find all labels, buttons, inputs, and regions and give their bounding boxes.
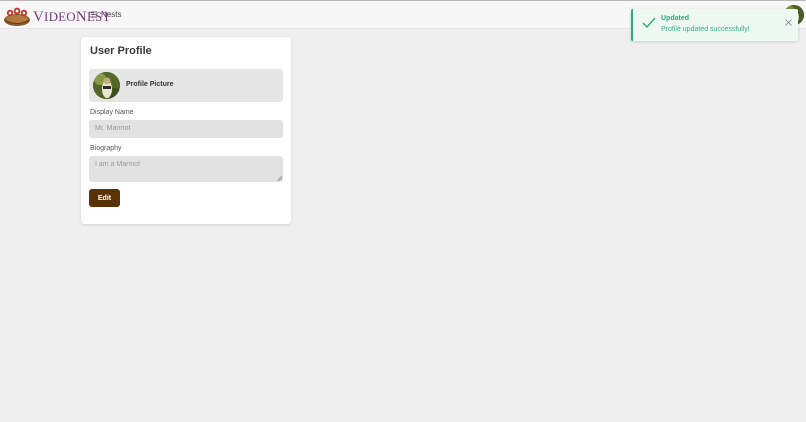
nav-nests-label: Nests xyxy=(101,10,122,19)
profile-image-icon xyxy=(93,72,120,99)
user-profile-card: User Profile Profile Picture Display Nam… xyxy=(81,37,291,224)
toast-message: Profile updated successfully! xyxy=(661,26,750,33)
profile-picture-section[interactable]: Profile Picture xyxy=(89,69,283,102)
page-title: User Profile xyxy=(90,45,152,57)
nest-logo-icon xyxy=(4,7,30,26)
profile-picture-label: Profile Picture xyxy=(126,81,174,88)
nav-nests-link[interactable]: Nests xyxy=(89,10,121,19)
list-icon xyxy=(89,11,97,18)
success-toast: Updated Profile updated successfully! xyxy=(631,9,798,41)
checkmark-icon xyxy=(642,17,656,28)
biography-label: Biography xyxy=(90,145,122,152)
display-name-label: Display Name xyxy=(90,109,134,116)
resize-handle-icon[interactable] xyxy=(277,176,282,181)
biography-textarea[interactable]: I am a Marmot xyxy=(89,156,283,182)
display-name-input[interactable]: Mr. Marmot xyxy=(89,120,283,138)
biography-placeholder: I am a Marmot xyxy=(95,161,141,168)
toast-title: Updated xyxy=(661,15,689,22)
profile-avatar[interactable] xyxy=(93,72,120,99)
edit-button[interactable]: Edit xyxy=(89,189,120,207)
close-icon[interactable] xyxy=(785,19,792,26)
